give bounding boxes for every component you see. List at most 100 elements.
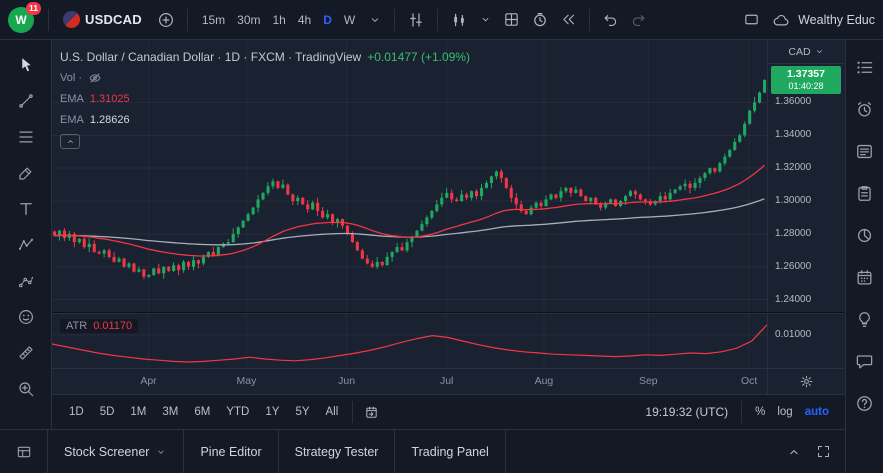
price-change: +0.01477 (+1.09%): [367, 50, 470, 64]
chat-icon[interactable]: [851, 348, 879, 374]
last-price: 1.37357: [771, 68, 841, 81]
panel-tabs: Stock ScreenerPine Editor Strategy Tester…: [48, 430, 506, 473]
panel-list-icon[interactable]: [0, 430, 48, 473]
scale-%[interactable]: %: [749, 403, 771, 421]
range-6m[interactable]: 6M: [187, 403, 217, 421]
tab-label: Strategy Tester: [295, 445, 379, 459]
currency-toggle[interactable]: CAD: [768, 40, 845, 64]
divider: [437, 9, 438, 31]
atr-value: 0.01170: [93, 320, 132, 332]
timeframe-w[interactable]: W: [338, 9, 361, 31]
volume-label[interactable]: Vol ·: [60, 72, 82, 84]
range-5y[interactable]: 5Y: [288, 403, 316, 421]
timeframe-4h[interactable]: 4h: [292, 9, 317, 31]
chart-legend: U.S. Dollar / Canadian Dollar · 1D · FXC…: [60, 46, 470, 149]
alerts-icon[interactable]: [851, 96, 879, 122]
tab-pine-editor[interactable]: Pine Editor: [184, 430, 278, 473]
timeframe-d[interactable]: D: [317, 9, 338, 31]
compare-add-icon[interactable]: [153, 7, 179, 33]
app-logo[interactable]: W 11: [8, 7, 34, 33]
divider: [48, 9, 49, 31]
timeframe-1h[interactable]: 1h: [267, 9, 292, 31]
news-icon[interactable]: [851, 138, 879, 164]
symbol-title[interactable]: U.S. Dollar / Canadian Dollar · 1D · FXC…: [60, 50, 361, 64]
axis-corner: [767, 369, 845, 394]
expand-panel-chevron-icon[interactable]: [782, 440, 806, 464]
price-axis[interactable]: CAD 1.37357 01:40:28 1.360001.340001.320…: [767, 40, 845, 312]
ideas-icon[interactable]: [851, 306, 879, 332]
xabcd-pattern-tool-icon[interactable]: [9, 230, 43, 259]
eye-off-icon[interactable]: [88, 71, 102, 85]
range-5d[interactable]: 5D: [93, 403, 122, 421]
month-label: Aug: [535, 375, 554, 387]
chart-style-icon[interactable]: [446, 7, 472, 33]
range-1y[interactable]: 1Y: [258, 403, 286, 421]
range-1d[interactable]: 1D: [62, 403, 91, 421]
layout-name[interactable]: Wealthy Educ: [798, 13, 875, 27]
month-labels: AprMayJunJulAugSepOct: [52, 369, 767, 394]
tab-stock-screener[interactable]: Stock Screener: [48, 430, 184, 473]
chart-style-chevron-icon[interactable]: [475, 9, 496, 30]
data-window-icon[interactable]: [851, 180, 879, 206]
price-axis-label: 1.30000: [775, 195, 811, 207]
right-sidebar: [845, 40, 883, 473]
timeframe-15m[interactable]: 15m: [196, 9, 231, 31]
atr-label: ATR: [66, 320, 87, 332]
calendar-icon[interactable]: [851, 264, 879, 290]
ema1-label[interactable]: EMA: [60, 93, 84, 105]
timeframe-chevron-down-icon[interactable]: [364, 9, 386, 31]
measure-tool-icon[interactable]: [9, 338, 43, 367]
cursor-tool-icon[interactable]: [9, 50, 43, 79]
go-to-date-icon[interactable]: [360, 401, 383, 424]
month-label: Jun: [338, 375, 355, 387]
candlestick-chart[interactable]: U.S. Dollar / Canadian Dollar · 1D · FXC…: [52, 40, 767, 312]
clock[interactable]: 19:19:32 (UTC): [645, 405, 728, 419]
collapse-legend-button[interactable]: [60, 134, 80, 149]
panel-right-controls: [782, 440, 845, 464]
undo-icon[interactable]: [598, 7, 623, 32]
symbol-search-button[interactable]: USDCAD: [57, 9, 150, 30]
layout-rectangle-icon[interactable]: [739, 7, 764, 32]
top-toolbar: W 11 USDCAD 15m30m1h4hDW Wealthy Educ: [0, 0, 883, 40]
help-icon[interactable]: [851, 390, 879, 416]
ema2-value: 1.28626: [90, 114, 130, 126]
chart-settings-gear-icon[interactable]: [795, 370, 818, 393]
atr-legend[interactable]: ATR 0.01170: [60, 319, 138, 333]
range-all[interactable]: All: [319, 403, 346, 421]
text-tool-icon[interactable]: [9, 194, 43, 223]
brush-tool-icon[interactable]: [9, 158, 43, 187]
chevron-down-icon: [155, 446, 167, 458]
indicators-icon[interactable]: [403, 7, 429, 33]
atr-chart[interactable]: ATR 0.01170: [52, 314, 767, 368]
timeframe-30m[interactable]: 30m: [231, 9, 266, 31]
alert-clock-icon[interactable]: [527, 7, 553, 33]
fib-retracement-tool-icon[interactable]: [9, 122, 43, 151]
tab-trading-panel[interactable]: Trading Panel: [395, 430, 505, 473]
atr-axis[interactable]: 0.01000: [767, 314, 845, 368]
zoom-in-tool-icon[interactable]: [9, 374, 43, 403]
price-axis-label: 1.36000: [775, 96, 811, 108]
forecast-tool-icon[interactable]: [9, 266, 43, 295]
range-1m[interactable]: 1M: [123, 403, 153, 421]
ema2-label[interactable]: EMA: [60, 114, 84, 126]
last-price-badge: 1.37357 01:40:28: [771, 66, 841, 93]
price-axis-label: 1.28000: [775, 228, 811, 240]
layout-grid-icon[interactable]: [499, 7, 524, 32]
hotlists-icon[interactable]: [851, 222, 879, 248]
tab-strategy-tester[interactable]: Strategy Tester: [279, 430, 396, 473]
divider: [352, 401, 353, 423]
watchlist-icon[interactable]: [851, 54, 879, 80]
time-axis[interactable]: AprMayJunJulAugSepOct: [52, 369, 845, 395]
cloud-save-icon[interactable]: [768, 7, 794, 33]
bar-replay-icon[interactable]: [556, 7, 581, 32]
range-ytd[interactable]: YTD: [219, 403, 256, 421]
trendline-tool-icon[interactable]: [9, 86, 43, 115]
divider: [741, 401, 742, 423]
scale-auto[interactable]: auto: [799, 403, 835, 421]
fullscreen-panel-icon[interactable]: [812, 440, 835, 463]
emoji-tool-icon[interactable]: [9, 302, 43, 331]
range-3m[interactable]: 3M: [155, 403, 185, 421]
chart-area: U.S. Dollar / Canadian Dollar · 1D · FXC…: [52, 40, 845, 429]
scale-log[interactable]: log: [771, 403, 798, 421]
price-axis-label: 1.26000: [775, 261, 811, 273]
